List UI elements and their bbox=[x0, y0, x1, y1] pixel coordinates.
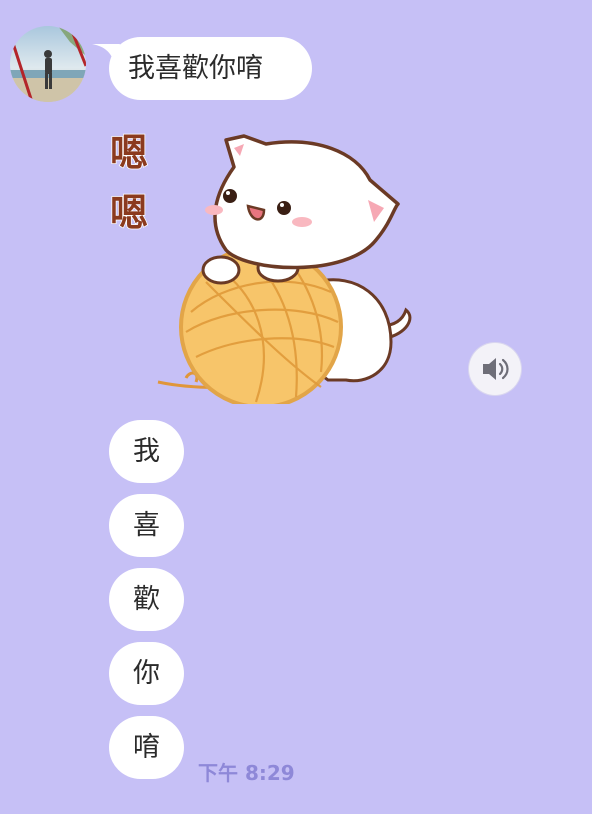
sticker-text-2: 嗯 bbox=[110, 191, 148, 235]
char-text: 唷 bbox=[133, 732, 160, 763]
char-bubble[interactable]: 歡 bbox=[109, 568, 184, 631]
message-timestamp: 下午 8:29 bbox=[198, 761, 295, 785]
avatar[interactable] bbox=[10, 26, 86, 102]
cat-sticker[interactable]: 嗯 嗯 bbox=[106, 122, 426, 409]
sticker-text-1: 嗯 bbox=[110, 131, 148, 175]
speaker-icon bbox=[483, 358, 509, 380]
char-text: 你 bbox=[133, 658, 160, 689]
char-text: 喜 bbox=[133, 510, 160, 541]
char-bubble[interactable]: 你 bbox=[109, 642, 184, 705]
message-text: 我喜歡你唷 bbox=[128, 53, 263, 84]
sound-button[interactable] bbox=[469, 343, 521, 395]
char-text: 歡 bbox=[133, 584, 160, 615]
message-bubble[interactable]: 我喜歡你唷 bbox=[109, 37, 312, 100]
char-bubble[interactable]: 喜 bbox=[109, 494, 184, 557]
char-bubble[interactable]: 唷 bbox=[109, 716, 184, 779]
char-text: 我 bbox=[133, 436, 160, 467]
char-bubble[interactable]: 我 bbox=[109, 420, 184, 483]
